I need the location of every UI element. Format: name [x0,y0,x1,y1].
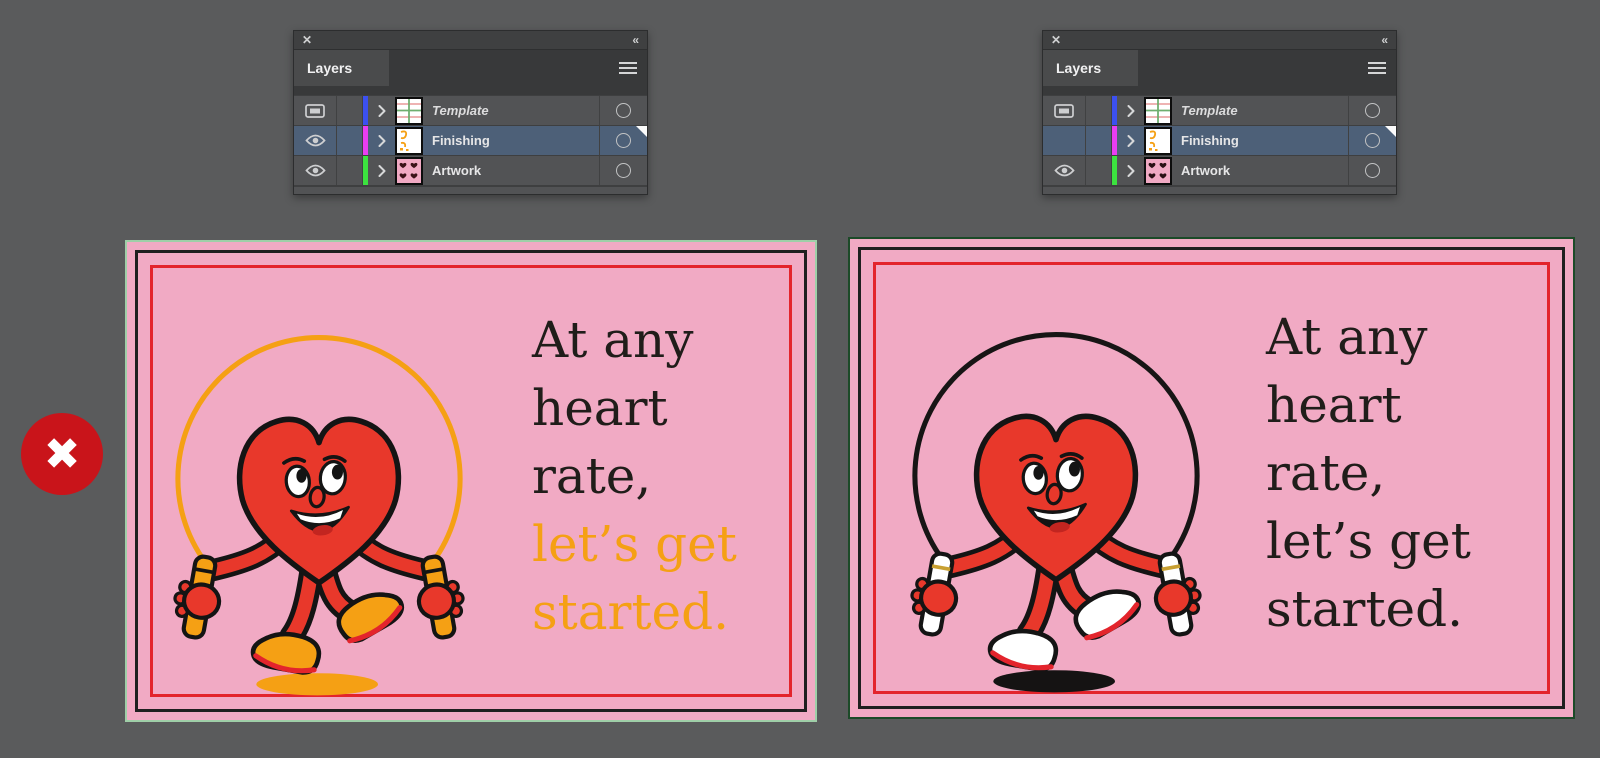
target-circle-icon [616,103,631,118]
selected-corner-marker [636,126,647,137]
close-icon[interactable]: ✕ [1051,34,1061,46]
layer-row-template[interactable]: Template [294,96,647,126]
layer-target[interactable] [1348,96,1396,125]
layer-thumbnail-artwork[interactable] [395,157,423,185]
card-caption: At any heart rate, let’s get started. [1266,303,1471,643]
lock-toggle[interactable] [337,126,363,155]
visibility-toggle[interactable] [294,156,337,185]
collapse-panel-icon[interactable]: « [1381,34,1388,46]
layers-panel-left: ✕ « Layers Template [293,30,648,195]
layer-thumbnail-artwork[interactable] [1144,157,1172,185]
lock-toggle[interactable] [1086,96,1112,125]
layers-panel-right: ✕ « Layers Template [1042,30,1397,195]
layer-row-artwork[interactable]: Artwork [294,156,647,186]
lock-toggle[interactable] [337,156,363,185]
caption-line: At any [1266,303,1471,371]
caption-line-accent: let’s get [532,510,737,578]
visibility-toggle[interactable] [1043,156,1086,185]
visibility-toggle[interactable] [294,126,337,155]
panel-titlebar: ✕ « [1043,31,1396,50]
layer-rows: Template Finishing [294,95,647,186]
caption-line: At any [532,306,737,374]
expand-chevron-icon[interactable] [368,156,395,185]
target-circle-icon [616,163,631,178]
target-circle-icon [1365,163,1380,178]
selected-corner-marker [1385,126,1396,137]
illustrator-workspace: ✕ « Layers Template [0,0,1600,758]
layer-name[interactable]: Finishing [1172,126,1348,155]
layer-row-artwork[interactable]: Artwork [1043,156,1396,186]
layer-row-finishing[interactable]: Finishing [1043,126,1396,156]
caption-line: heart [1266,371,1471,439]
target-circle-icon [616,133,631,148]
panel-menu-icon[interactable] [619,62,637,74]
layer-row-template[interactable]: Template [1043,96,1396,126]
panel-menu-icon[interactable] [1368,62,1386,74]
layer-name[interactable]: Artwork [1172,156,1348,185]
panel-titlebar: ✕ « [294,31,647,50]
lock-toggle[interactable] [1086,156,1112,185]
caption-line: heart [532,374,737,442]
target-circle-icon [1365,103,1380,118]
caption-line-accent: let’s get [1266,507,1471,575]
panel-footer [1043,186,1396,194]
layer-name[interactable]: Artwork [423,156,599,185]
tab-layers[interactable]: Layers [1043,50,1138,86]
layer-name[interactable]: Finishing [423,126,599,155]
eye-icon [305,134,326,147]
tab-layers[interactable]: Layers [294,50,389,86]
panel-tabrow: Layers [1043,50,1396,86]
layer-target[interactable] [599,96,647,125]
artboard-left[interactable]: At any heart rate, let’s get started. [125,240,817,722]
error-badge: ✖ [21,413,103,495]
visibility-toggle[interactable] [1043,96,1086,125]
layer-name[interactable]: Template [423,96,599,125]
expand-chevron-icon[interactable] [1117,126,1144,155]
heart-character-illustration [153,268,485,704]
close-icon[interactable]: ✕ [302,34,312,46]
eye-icon [1054,164,1075,177]
heart-character-illustration [890,265,1222,701]
lock-toggle[interactable] [337,96,363,125]
expand-chevron-icon[interactable] [1117,96,1144,125]
layer-rows: Template Finishing [1043,95,1396,186]
artboard-right[interactable]: At any heart rate, let’s get started. [848,237,1575,719]
layer-row-finishing[interactable]: Finishing [294,126,647,156]
expand-chevron-icon[interactable] [1117,156,1144,185]
layer-thumbnail-finishing[interactable] [395,127,423,155]
layer-target[interactable] [1348,156,1396,185]
eye-icon [305,164,326,177]
visibility-toggle[interactable] [294,96,337,125]
card-caption: At any heart rate, let’s get started. [532,306,737,646]
visibility-toggle[interactable] [1043,126,1086,155]
caption-line-accent: started. [1266,575,1471,643]
lock-toggle[interactable] [1086,126,1112,155]
template-visibility-icon [1054,104,1074,118]
panel-footer [294,186,647,194]
caption-line-accent: started. [532,578,737,646]
layer-thumbnail-template[interactable] [395,97,423,125]
layer-thumbnail-template[interactable] [1144,97,1172,125]
target-circle-icon [1365,133,1380,148]
caption-line: rate, [532,442,737,510]
error-x-icon: ✖ [44,429,81,480]
layer-name[interactable]: Template [1172,96,1348,125]
expand-chevron-icon[interactable] [368,126,395,155]
template-visibility-icon [305,104,325,118]
layer-target[interactable] [599,156,647,185]
expand-chevron-icon[interactable] [368,96,395,125]
collapse-panel-icon[interactable]: « [632,34,639,46]
caption-line: rate, [1266,439,1471,507]
panel-tabrow: Layers [294,50,647,86]
layer-thumbnail-finishing[interactable] [1144,127,1172,155]
